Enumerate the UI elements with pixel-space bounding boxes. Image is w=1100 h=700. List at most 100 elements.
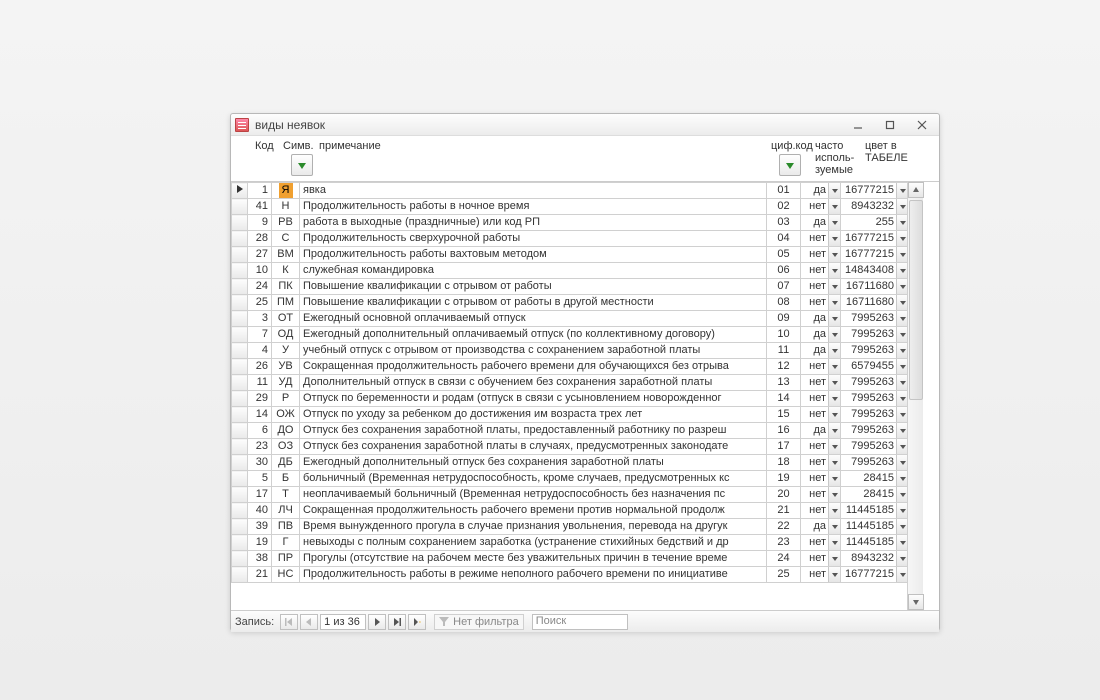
cell-num[interactable]: 03 (767, 215, 801, 231)
table-row[interactable]: 14ОЖОтпуск по уходу за ребенком до дости… (232, 407, 923, 423)
cell-freq[interactable]: да (801, 519, 841, 535)
table-row[interactable]: 7ОДЕжегодный дополнительный оплачиваемый… (232, 327, 923, 343)
table-row[interactable]: 39ПВВремя вынужденного прогула в случае … (232, 519, 923, 535)
cell-sym[interactable]: ОД (272, 327, 300, 343)
close-button[interactable] (913, 118, 931, 132)
cell-freq[interactable]: нет (801, 551, 841, 567)
cell-color[interactable]: 16777215 (841, 247, 909, 263)
dropdown-icon[interactable] (828, 471, 840, 486)
cell-num[interactable]: 18 (767, 455, 801, 471)
table-row[interactable]: 23ОЗОтпуск без сохранения заработной пла… (232, 439, 923, 455)
cell-kod[interactable]: 4 (248, 343, 272, 359)
cell-desc[interactable]: Продолжительность работы вахтовым методо… (300, 247, 767, 263)
cell-desc[interactable]: Дополнительный отпуск в связи с обучение… (300, 375, 767, 391)
cell-sym[interactable]: ПР (272, 551, 300, 567)
table-row[interactable]: 21НСПродолжительность работы в режиме не… (232, 567, 923, 583)
cell-desc[interactable]: Отпуск по беременности и родам (отпуск в… (300, 391, 767, 407)
cell-desc[interactable]: Ежегодный основной оплачиваемый отпуск (300, 311, 767, 327)
row-selector[interactable] (232, 455, 248, 471)
table-row[interactable]: 17Тнеоплачиваемый больничный (Временная … (232, 487, 923, 503)
cell-kod[interactable]: 10 (248, 263, 272, 279)
nav-prev-button[interactable] (300, 614, 318, 630)
nav-search[interactable]: Поиск (532, 614, 628, 630)
cell-num[interactable]: 04 (767, 231, 801, 247)
cell-freq[interactable]: нет (801, 391, 841, 407)
cell-freq[interactable]: нет (801, 503, 841, 519)
cell-num[interactable]: 08 (767, 295, 801, 311)
cell-desc[interactable]: Сокращенная продолжительность рабочего в… (300, 503, 767, 519)
cell-freq[interactable]: нет (801, 263, 841, 279)
dropdown-icon[interactable] (828, 183, 840, 198)
dropdown-icon[interactable] (828, 231, 840, 246)
table-row[interactable]: 41НПродолжительность работы в ночное вре… (232, 199, 923, 215)
cell-desc[interactable]: Продолжительность работы в ночное время (300, 199, 767, 215)
cell-freq[interactable]: нет (801, 199, 841, 215)
cell-freq[interactable]: нет (801, 455, 841, 471)
cell-sym[interactable]: РВ (272, 215, 300, 231)
cell-freq[interactable]: нет (801, 439, 841, 455)
dropdown-icon[interactable] (828, 503, 840, 518)
row-selector[interactable] (232, 551, 248, 567)
dropdown-icon[interactable] (828, 327, 840, 342)
table-row[interactable]: 26УВСокращенная продолжительность рабоче… (232, 359, 923, 375)
cell-num[interactable]: 05 (767, 247, 801, 263)
row-selector[interactable] (232, 199, 248, 215)
cell-sym[interactable]: ПМ (272, 295, 300, 311)
cell-sym[interactable]: Т (272, 487, 300, 503)
dropdown-icon[interactable] (828, 487, 840, 502)
dropdown-icon[interactable] (828, 567, 840, 582)
dropdown-icon[interactable] (828, 199, 840, 214)
cell-num[interactable]: 19 (767, 471, 801, 487)
nav-next-button[interactable] (368, 614, 386, 630)
cell-freq[interactable]: да (801, 343, 841, 359)
cell-sym[interactable]: ОЖ (272, 407, 300, 423)
cell-num[interactable]: 10 (767, 327, 801, 343)
row-selector[interactable] (232, 503, 248, 519)
cell-desc[interactable]: учебный отпуск с отрывом от производства… (300, 343, 767, 359)
cell-kod[interactable]: 9 (248, 215, 272, 231)
cell-color[interactable]: 7995263 (841, 343, 909, 359)
row-selector[interactable] (232, 471, 248, 487)
cell-color[interactable]: 8943232 (841, 199, 909, 215)
dropdown-icon[interactable] (828, 519, 840, 534)
cell-num[interactable]: 23 (767, 535, 801, 551)
dropdown-icon[interactable] (828, 439, 840, 454)
cell-sym[interactable]: С (272, 231, 300, 247)
cell-sym[interactable]: Р (272, 391, 300, 407)
cell-freq[interactable]: нет (801, 407, 841, 423)
cell-color[interactable]: 11445185 (841, 503, 909, 519)
cell-desc[interactable]: Ежегодный дополнительный отпуск без сохр… (300, 455, 767, 471)
table-row[interactable]: 28СПродолжительность сверхурочной работы… (232, 231, 923, 247)
cell-freq[interactable]: да (801, 311, 841, 327)
cell-num[interactable]: 24 (767, 551, 801, 567)
row-selector[interactable] (232, 327, 248, 343)
restore-button[interactable] (881, 118, 899, 132)
row-selector[interactable] (232, 183, 248, 199)
dropdown-icon[interactable] (828, 295, 840, 310)
cell-freq[interactable]: да (801, 215, 841, 231)
cell-color[interactable]: 16777215 (841, 567, 909, 583)
cell-kod[interactable]: 30 (248, 455, 272, 471)
cell-kod[interactable]: 39 (248, 519, 272, 535)
cell-color[interactable]: 16711680 (841, 279, 909, 295)
nav-last-button[interactable] (388, 614, 406, 630)
row-selector[interactable] (232, 359, 248, 375)
cell-kod[interactable]: 7 (248, 327, 272, 343)
table-row[interactable]: 10Кслужебная командировка06нет14843408 (232, 263, 923, 279)
cell-sym[interactable]: Я (272, 183, 300, 199)
cell-kod[interactable]: 1 (248, 183, 272, 199)
cell-sym[interactable]: ВМ (272, 247, 300, 263)
dropdown-icon[interactable] (828, 375, 840, 390)
cell-num[interactable]: 13 (767, 375, 801, 391)
cell-sym[interactable]: НС (272, 567, 300, 583)
cell-num[interactable]: 02 (767, 199, 801, 215)
table-row[interactable]: 29РОтпуск по беременности и родам (отпус… (232, 391, 923, 407)
cell-sym[interactable]: Г (272, 535, 300, 551)
table-row[interactable]: 4Уучебный отпуск с отрывом от производст… (232, 343, 923, 359)
nav-new-button[interactable] (408, 614, 426, 630)
table-row[interactable]: 1Яявка01да16777215 (232, 183, 923, 199)
cell-kod[interactable]: 19 (248, 535, 272, 551)
table-row[interactable]: 3ОТЕжегодный основной оплачиваемый отпус… (232, 311, 923, 327)
cell-kod[interactable]: 5 (248, 471, 272, 487)
scroll-thumb[interactable] (909, 200, 923, 400)
